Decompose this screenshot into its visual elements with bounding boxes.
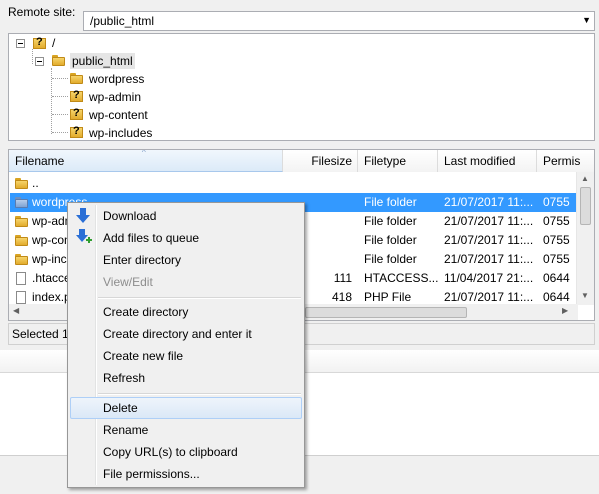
file-type: File folder — [364, 214, 417, 228]
file-permissions: 0755 — [543, 195, 570, 209]
file-icon — [16, 291, 26, 304]
menu-item-download[interactable]: Download — [70, 205, 302, 227]
tree-node-wp-includes[interactable]: wp-includes — [89, 125, 152, 141]
collapse-toggle[interactable] — [35, 57, 44, 66]
unknown-folder-icon: ? — [70, 125, 83, 139]
menu-item-copy-url[interactable]: Copy URL(s) to clipboard — [70, 441, 302, 463]
file-modified: 21/07/2017 11:... — [444, 195, 534, 209]
folder-open-icon — [52, 55, 65, 66]
file-type: File folder — [364, 252, 417, 266]
remote-path-combobox[interactable]: /public_html ▼ — [83, 11, 595, 31]
file-type: File folder — [364, 195, 417, 209]
file-modified: 21/07/2017 11:... — [444, 233, 534, 247]
file-modified: 11/04/2017 21:... — [444, 271, 534, 285]
column-header-filetype[interactable]: Filetype — [358, 150, 438, 172]
folder-icon — [15, 254, 28, 265]
menu-item-label: Download — [103, 209, 157, 223]
tree-node-wp-content[interactable]: wp-content — [89, 107, 148, 123]
file-permissions: 0644 — [543, 271, 570, 285]
column-header-last-modified[interactable]: Last modified — [438, 150, 537, 172]
tree-line — [32, 49, 33, 64]
menu-item-label: Delete — [103, 401, 138, 415]
tree-node-public-html[interactable]: public_html — [70, 53, 135, 69]
menu-item-add-to-queue[interactable]: Add files to queue — [70, 227, 302, 249]
folder-icon — [15, 178, 28, 189]
menu-item-refresh[interactable]: Refresh — [70, 367, 302, 389]
folder-icon — [15, 197, 28, 208]
unknown-folder-icon: ? — [70, 107, 83, 121]
scroll-thumb[interactable] — [580, 187, 591, 225]
folder-icon — [70, 73, 83, 84]
file-permissions: 0755 — [543, 233, 570, 247]
tree-line — [52, 132, 68, 133]
scroll-thumb[interactable] — [305, 307, 467, 318]
tree-line — [52, 78, 68, 79]
unknown-folder-icon: ? — [70, 89, 83, 103]
menu-item-label: Create directory and enter it — [103, 327, 252, 341]
menu-separator — [98, 297, 301, 299]
menu-item-file-permissions[interactable]: File permissions... — [70, 463, 302, 485]
download-icon — [76, 208, 90, 223]
selection-status: Selected 1 — [12, 327, 69, 341]
sort-ascending-icon: ^ — [142, 150, 146, 157]
scroll-left-icon[interactable]: ◀ — [13, 306, 19, 315]
remote-site-label: Remote site: — [8, 5, 76, 19]
file-row-parent[interactable]: .. — [10, 174, 578, 193]
column-label: Filename — [15, 154, 65, 168]
column-header-filename[interactable]: Filename ^ — [9, 150, 283, 172]
column-header-filesize[interactable]: Filesize — [283, 150, 358, 172]
menu-item-label: Rename — [103, 423, 149, 437]
tree-line — [52, 114, 68, 115]
file-modified: 21/07/2017 11:... — [444, 252, 534, 266]
column-header-permissions[interactable]: Permis — [537, 150, 594, 172]
menu-item-label: Refresh — [103, 371, 146, 385]
file-permissions: 0755 — [543, 252, 570, 266]
menu-item-enter-directory[interactable]: Enter directory — [70, 249, 302, 271]
unknown-folder-icon: ? — [33, 36, 46, 50]
vertical-scrollbar[interactable]: ▲ ▼ — [576, 172, 594, 305]
folder-icon — [15, 235, 28, 246]
menu-item-label: Enter directory — [103, 253, 182, 267]
column-label: Filetype — [364, 154, 407, 168]
tree-node-wp-admin[interactable]: wp-admin — [89, 89, 141, 105]
tree-node-wordpress[interactable]: wordpress — [89, 71, 144, 87]
menu-item-create-directory-enter[interactable]: Create directory and enter it — [70, 323, 302, 345]
file-icon — [16, 272, 26, 285]
collapse-toggle[interactable] — [16, 39, 25, 48]
column-label: Filesize — [311, 154, 352, 168]
menu-item-label: File permissions... — [103, 467, 200, 481]
tree-line — [52, 96, 68, 97]
menu-item-label: Copy URL(s) to clipboard — [103, 445, 238, 459]
menu-item-delete[interactable]: Delete — [70, 397, 302, 419]
menu-item-create-directory[interactable]: Create directory — [70, 301, 302, 323]
column-label: Permis — [543, 154, 581, 168]
menu-item-rename[interactable]: Rename — [70, 419, 302, 441]
scroll-down-icon[interactable]: ▼ — [581, 291, 589, 300]
file-type: File folder — [364, 233, 417, 247]
menu-item-label: View/Edit — [103, 275, 153, 289]
folder-icon — [15, 216, 28, 227]
menu-item-view-edit: View/Edit — [70, 271, 302, 293]
scroll-up-icon[interactable]: ▲ — [581, 174, 589, 183]
file-permissions: 0755 — [543, 214, 570, 228]
add-to-queue-icon — [76, 229, 92, 243]
file-type: HTACCESS... — [364, 271, 439, 285]
remote-path-value: /public_html — [90, 14, 155, 28]
column-label: Last modified — [444, 154, 516, 168]
context-menu[interactable]: Download Add files to queue Enter direct… — [67, 202, 305, 488]
tree-node-root[interactable]: / — [52, 35, 55, 51]
directory-tree[interactable]: ? / public_html wordpress ? wp-admin ? w… — [8, 33, 595, 141]
menu-item-create-new-file[interactable]: Create new file — [70, 345, 302, 367]
menu-item-label: Create directory — [103, 305, 189, 319]
file-name: .. — [32, 176, 39, 190]
scroll-right-icon[interactable]: ▶ — [562, 306, 568, 315]
file-modified: 21/07/2017 11:... — [444, 214, 534, 228]
menu-item-label: Create new file — [103, 349, 184, 363]
menu-item-label: Add files to queue — [103, 231, 200, 245]
menu-separator — [98, 393, 301, 395]
chevron-down-icon[interactable]: ▼ — [582, 15, 591, 25]
